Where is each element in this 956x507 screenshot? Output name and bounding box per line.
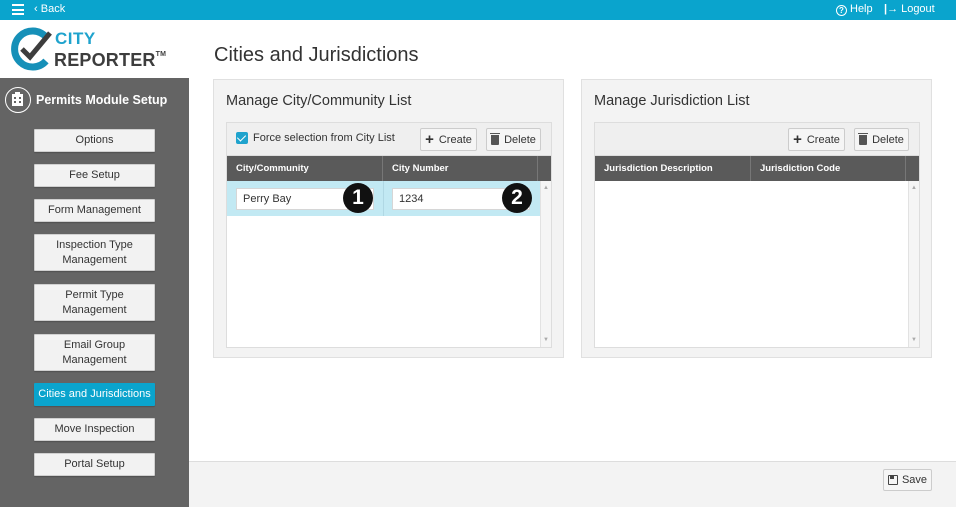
column-header-jurisdiction-code[interactable]: Jurisdiction Code bbox=[751, 156, 906, 181]
help-icon: ? bbox=[836, 5, 847, 16]
create-label: Create bbox=[806, 133, 840, 146]
column-header-city-community[interactable]: City/Community bbox=[227, 156, 383, 181]
city-reporter-logo: CITY REPORTERTM bbox=[0, 20, 189, 78]
city-grid-body: Perry Bay 1234 1 2 ▲ ▼ bbox=[227, 181, 551, 347]
city-grid-toolbar: Force selection from City List + Create D… bbox=[227, 123, 551, 156]
jurisdiction-panel-title: Manage Jurisdiction List bbox=[594, 93, 750, 109]
save-label: Save bbox=[901, 474, 928, 486]
logout-label: Logout bbox=[901, 3, 935, 15]
force-selection-checkbox[interactable]: Force selection from City List bbox=[236, 132, 395, 144]
column-header-city-number[interactable]: City Number bbox=[383, 156, 538, 181]
trash-icon bbox=[490, 132, 501, 145]
logo-text-city: CITY bbox=[55, 29, 96, 48]
help-link[interactable]: ? Help bbox=[836, 3, 873, 16]
logout-icon: |→ bbox=[884, 3, 899, 15]
jurisdiction-panel: Manage Jurisdiction List + Create Delete … bbox=[581, 79, 932, 358]
logo-text-reporter-label: REPORTER bbox=[54, 50, 156, 70]
back-label: Back bbox=[40, 3, 66, 15]
logout-link[interactable]: |→ Logout bbox=[884, 3, 935, 15]
jurisdiction-grid-header: Jurisdiction Description Jurisdiction Co… bbox=[595, 156, 919, 181]
sidebar-item-email-group-management[interactable]: Email Group Management bbox=[34, 334, 155, 371]
scroll-up-icon[interactable]: ▲ bbox=[543, 185, 549, 191]
sidebar-item-permit-type-management[interactable]: Permit Type Management bbox=[34, 284, 155, 321]
top-bar: ‹ Back ? Help |→ Logout bbox=[0, 0, 956, 20]
sidebar-item-fee-setup[interactable]: Fee Setup bbox=[34, 164, 155, 187]
plus-icon: + bbox=[793, 130, 802, 148]
checkbox-checked-icon[interactable] bbox=[236, 132, 248, 144]
scroll-up-icon[interactable]: ▲ bbox=[911, 185, 917, 191]
trash-icon bbox=[858, 132, 869, 145]
city-create-button[interactable]: + Create bbox=[420, 128, 477, 151]
help-label: Help bbox=[850, 3, 873, 15]
delete-label: Delete bbox=[504, 133, 536, 146]
module-title-label: Permits Module Setup bbox=[36, 93, 168, 107]
table-row[interactable]: Perry Bay 1234 1 2 bbox=[227, 181, 540, 216]
logo-check-icon bbox=[11, 27, 52, 71]
jurisdiction-grid-body: ▲ ▼ bbox=[595, 181, 919, 347]
jurisdiction-grid-scrollbar[interactable]: ▲ ▼ bbox=[908, 181, 919, 347]
floppy-disk-icon bbox=[887, 475, 898, 485]
annotation-badge-2: 2 bbox=[502, 183, 532, 213]
save-button[interactable]: Save bbox=[883, 469, 932, 491]
city-community-panel: Manage City/Community List Force selecti… bbox=[213, 79, 564, 358]
sidebar-item-move-inspection[interactable]: Move Inspection bbox=[34, 418, 155, 441]
create-label: Create bbox=[438, 133, 472, 146]
force-selection-label: Force selection from City List bbox=[253, 132, 395, 144]
sidebar-item-cities-and-jurisdictions[interactable]: Cities and Jurisdictions bbox=[34, 383, 155, 406]
logo-text-reporter: REPORTERTM bbox=[54, 46, 166, 69]
page-title: Cities and Jurisdictions bbox=[214, 44, 419, 66]
main-content: Cities and Jurisdictions Manage City/Com… bbox=[189, 20, 956, 507]
footer-bar: Save bbox=[189, 461, 956, 507]
jurisdiction-grid: + Create Delete Jurisdiction Description … bbox=[594, 122, 920, 348]
city-grid: Force selection from City List + Create D… bbox=[226, 122, 552, 348]
chevron-left-icon: ‹ bbox=[34, 3, 38, 15]
sidebar-item-portal-setup[interactable]: Portal Setup bbox=[34, 453, 155, 476]
jurisdiction-create-button[interactable]: + Create bbox=[788, 128, 845, 151]
column-divider bbox=[383, 181, 384, 216]
hamburger-menu-icon[interactable] bbox=[12, 4, 24, 15]
city-delete-button[interactable]: Delete bbox=[486, 128, 541, 151]
city-grid-header: City/Community City Number bbox=[227, 156, 551, 181]
column-header-jurisdiction-description[interactable]: Jurisdiction Description bbox=[595, 156, 751, 181]
sidebar-item-options[interactable]: Options bbox=[34, 129, 155, 152]
scroll-down-icon[interactable]: ▼ bbox=[911, 337, 917, 343]
jurisdiction-grid-toolbar: + Create Delete bbox=[595, 123, 919, 156]
logo-tm: TM bbox=[155, 51, 167, 58]
scroll-down-icon[interactable]: ▼ bbox=[543, 337, 549, 343]
plus-icon: + bbox=[425, 130, 434, 148]
sidebar: CITY REPORTERTM Permits Module Setup Opt… bbox=[0, 20, 189, 507]
annotation-badge-1: 1 bbox=[343, 183, 373, 213]
city-grid-scrollbar[interactable]: ▲ ▼ bbox=[540, 181, 551, 347]
back-link[interactable]: ‹ Back bbox=[34, 3, 65, 15]
building-icon bbox=[5, 87, 31, 113]
city-panel-title: Manage City/Community List bbox=[226, 93, 412, 109]
delete-label: Delete bbox=[872, 133, 904, 146]
sidebar-item-inspection-type-management[interactable]: Inspection Type Management bbox=[34, 234, 155, 271]
sidebar-item-form-management[interactable]: Form Management bbox=[34, 199, 155, 222]
jurisdiction-delete-button[interactable]: Delete bbox=[854, 128, 909, 151]
